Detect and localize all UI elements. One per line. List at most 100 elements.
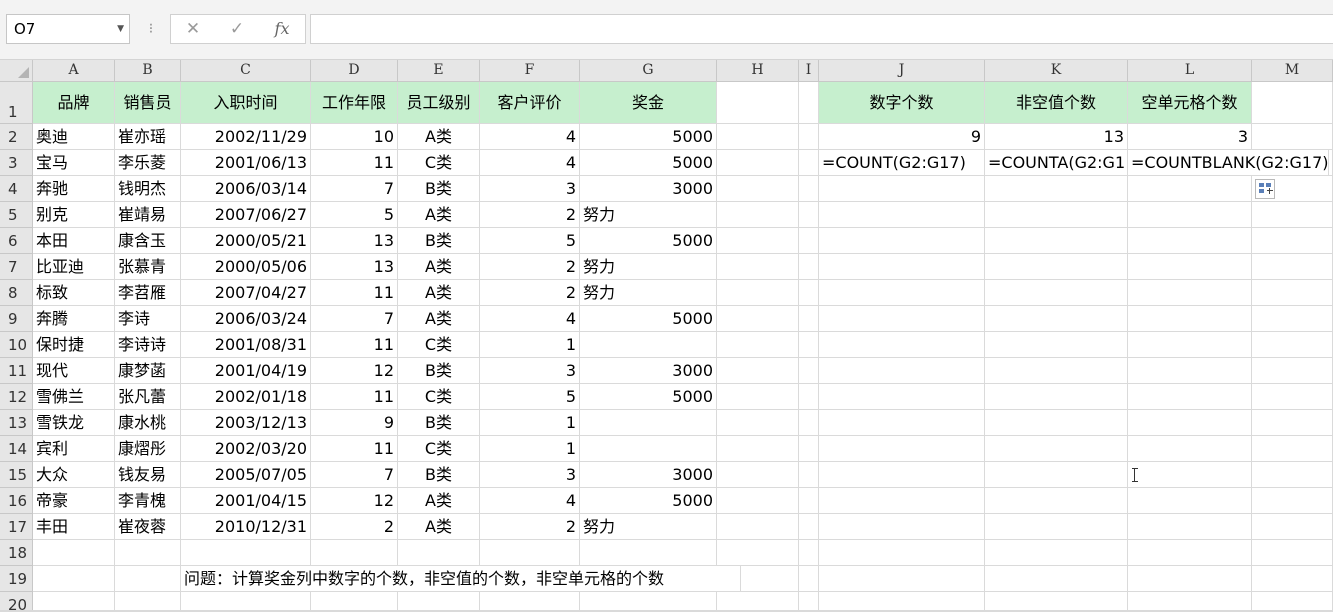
cell-a19[interactable] <box>33 566 115 592</box>
cell-k18[interactable] <box>985 540 1128 566</box>
cell-i19[interactable] <box>799 566 819 592</box>
cell-k7[interactable] <box>985 254 1128 280</box>
table-cell[interactable]: B类 <box>398 358 480 384</box>
cell-h1[interactable] <box>717 82 799 124</box>
cell-i5[interactable] <box>799 202 819 228</box>
question-text[interactable]: 问题：计算奖金列中数字的个数，非空值的个数，非空单元格的个数 <box>181 566 741 592</box>
row-header-8[interactable]: 8 <box>0 280 33 306</box>
summary-value[interactable]: 9 <box>819 124 985 150</box>
cell-j10[interactable] <box>819 332 985 358</box>
cell-h16[interactable] <box>717 488 799 514</box>
row-header-1[interactable]: 1 <box>0 82 33 124</box>
row-header-5[interactable]: 5 <box>0 202 33 228</box>
table-cell[interactable]: 钱明杰 <box>115 176 181 202</box>
cell-k19[interactable] <box>985 566 1128 592</box>
table-cell[interactable]: 5 <box>311 202 398 228</box>
table-cell[interactable]: 4 <box>480 150 580 176</box>
cell-h12[interactable] <box>717 384 799 410</box>
table-header-f[interactable]: 客户评价 <box>480 82 580 124</box>
cell-h17[interactable] <box>717 514 799 540</box>
table-header-d[interactable]: 工作年限 <box>311 82 398 124</box>
row-header-17[interactable]: 17 <box>0 514 33 540</box>
table-cell[interactable]: 2000/05/21 <box>181 228 311 254</box>
cell-j4[interactable] <box>819 176 985 202</box>
table-cell[interactable]: 2006/03/14 <box>181 176 311 202</box>
table-cell[interactable]: 本田 <box>33 228 115 254</box>
cell-k6[interactable] <box>985 228 1128 254</box>
table-cell[interactable]: 2002/03/20 <box>181 436 311 462</box>
cell-h10[interactable] <box>717 332 799 358</box>
table-cell[interactable]: 2002/11/29 <box>181 124 311 150</box>
cell-i13[interactable] <box>799 410 819 436</box>
row-header-7[interactable]: 7 <box>0 254 33 280</box>
table-cell[interactable]: 12 <box>311 488 398 514</box>
cell-k14[interactable] <box>985 436 1128 462</box>
cell-i2[interactable] <box>799 124 819 150</box>
table-cell[interactable]: 13 <box>311 254 398 280</box>
cell-m20[interactable] <box>1252 592 1333 612</box>
row-header-18[interactable]: 18 <box>0 540 33 566</box>
cell-m10[interactable] <box>1252 332 1333 358</box>
cell-e18[interactable] <box>398 540 480 566</box>
table-cell[interactable]: 2 <box>480 514 580 540</box>
table-cell[interactable]: 钱友易 <box>115 462 181 488</box>
table-cell[interactable] <box>580 436 717 462</box>
cell-i18[interactable] <box>799 540 819 566</box>
cell-i14[interactable] <box>799 436 819 462</box>
table-cell[interactable]: B类 <box>398 462 480 488</box>
cell-j16[interactable] <box>819 488 985 514</box>
cell-l10[interactable] <box>1128 332 1252 358</box>
cell-e20[interactable] <box>398 592 480 612</box>
cell-j9[interactable] <box>819 306 985 332</box>
column-header-i[interactable]: I <box>799 60 819 82</box>
table-cell[interactable]: 努力 <box>580 254 717 280</box>
table-cell[interactable]: 2 <box>480 280 580 306</box>
check-icon[interactable]: ✓ <box>222 15 252 43</box>
summary-header[interactable]: 非空值个数 <box>985 82 1128 124</box>
table-cell[interactable]: 奔腾 <box>33 306 115 332</box>
table-header-b[interactable]: 销售员 <box>115 82 181 124</box>
cell-i17[interactable] <box>799 514 819 540</box>
cell-i9[interactable] <box>799 306 819 332</box>
table-cell[interactable]: 5000 <box>580 488 717 514</box>
cell-d20[interactable] <box>311 592 398 612</box>
cell-a20[interactable] <box>33 592 115 612</box>
cell-i15[interactable] <box>799 462 819 488</box>
cell-h15[interactable] <box>717 462 799 488</box>
table-cell[interactable]: 4 <box>480 124 580 150</box>
spreadsheet-grid[interactable]: ABCDEFGHIJKLM 1 2 3 4 5 6 7 8 9 10 11 12 13 14 15 16 17 1… <box>0 60 1333 612</box>
table-cell[interactable]: 努力 <box>580 514 717 540</box>
table-cell[interactable]: 2010/12/31 <box>181 514 311 540</box>
table-cell[interactable]: 李诗 <box>115 306 181 332</box>
table-cell[interactable]: 2 <box>480 202 580 228</box>
cell-c18[interactable] <box>181 540 311 566</box>
cell-j17[interactable] <box>819 514 985 540</box>
summary-formula[interactable]: =COUNTBLANK(G2:G17) <box>1128 150 1329 176</box>
table-cell[interactable]: 2001/04/19 <box>181 358 311 384</box>
table-cell[interactable]: 7 <box>311 462 398 488</box>
table-cell[interactable]: 2007/06/27 <box>181 202 311 228</box>
table-cell[interactable]: 5000 <box>580 384 717 410</box>
cell-g18[interactable] <box>580 540 717 566</box>
table-cell[interactable]: 11 <box>311 332 398 358</box>
cell-m8[interactable] <box>1252 280 1333 306</box>
cell-l11[interactable] <box>1128 358 1252 384</box>
column-header-b[interactable]: B <box>115 60 181 82</box>
cell-j6[interactable] <box>819 228 985 254</box>
table-cell[interactable]: 9 <box>311 410 398 436</box>
table-cell[interactable]: A类 <box>398 254 480 280</box>
table-cell[interactable]: A类 <box>398 280 480 306</box>
table-header-g[interactable]: 奖金 <box>580 82 717 124</box>
table-cell[interactable]: 4 <box>480 488 580 514</box>
table-cell[interactable]: B类 <box>398 410 480 436</box>
cell-l6[interactable] <box>1128 228 1252 254</box>
cell-k16[interactable] <box>985 488 1128 514</box>
table-cell[interactable]: 3000 <box>580 176 717 202</box>
table-cell[interactable]: 李青槐 <box>115 488 181 514</box>
cell-h13[interactable] <box>717 410 799 436</box>
table-cell[interactable]: 丰田 <box>33 514 115 540</box>
cell-l15[interactable] <box>1128 462 1252 488</box>
cell-j12[interactable] <box>819 384 985 410</box>
table-cell[interactable] <box>580 332 717 358</box>
cell-m2[interactable] <box>1252 124 1333 150</box>
